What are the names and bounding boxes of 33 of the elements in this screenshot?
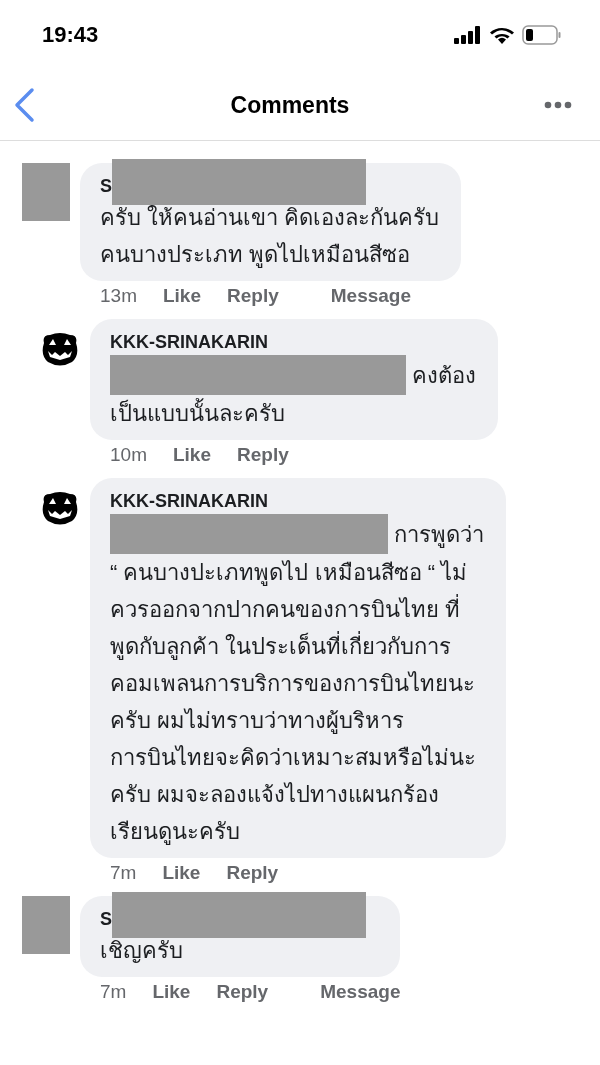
- page-title: Comments: [230, 91, 350, 119]
- like-link[interactable]: Like: [162, 862, 201, 884]
- reply-link[interactable]: Reply: [226, 862, 279, 884]
- message-link[interactable]: Message: [330, 285, 412, 307]
- comment-time: 13m: [100, 285, 137, 307]
- comment-time: 7m: [100, 981, 127, 1003]
- reply-link[interactable]: Reply: [237, 444, 289, 466]
- message-link[interactable]: Message: [320, 981, 401, 1003]
- redacted-avatar: [22, 163, 70, 221]
- battery-icon: [522, 25, 562, 45]
- more-icon[interactable]: [544, 101, 572, 109]
- comment-text: เชิญครับ: [100, 937, 184, 965]
- reply-link[interactable]: Reply: [216, 981, 269, 1003]
- comment-text: ครับ ให้คนอ่านเขา คิดเองละกันครับ คนบางประเภท พูดไปเหมือนสีซอ: [100, 204, 440, 270]
- commenter-name[interactable]: S: [100, 173, 112, 199]
- signal-icon: [454, 26, 482, 44]
- like-link[interactable]: Like: [152, 981, 191, 1003]
- comment-time: 10m: [110, 444, 147, 466]
- comment-text: คงต้อง: [412, 361, 476, 390]
- like-link[interactable]: Like: [162, 285, 201, 307]
- comment-text: “ คนบางปะเภทพูดไป เหมือนสีซอ “ ไม่ ควรออกจากปากคนของการบินไทย ที่ พูดกับลูกค้า ในประเด็นที่เกี่ยวกับการ คอมเพลนการบริการของการบินไทยนะ ครับ ผมไม่ทราบว่าทางผู้บริหาร การบินไทยจะคิดว่าเหมาะสมหรือไม่นะ ครับ ผมจะลองแจ้งไปทางแผนกร้อง เรียนดูนะครับ: [110, 559, 477, 847]
- comment-time: 7m: [110, 862, 137, 884]
- comment-text: เป็นแบบนั้นละครับ: [110, 395, 476, 432]
- commenter-name[interactable]: S: [100, 906, 112, 932]
- reply-link[interactable]: Reply: [227, 285, 279, 307]
- back-icon[interactable]: [12, 87, 36, 123]
- like-link[interactable]: Like: [172, 444, 211, 466]
- status-time: 19:43: [42, 22, 99, 48]
- wifi-icon: [490, 26, 514, 44]
- comment-text: การพูดว่า: [394, 520, 484, 550]
- redacted-avatar: [22, 896, 70, 954]
- commenter-name[interactable]: KKK-SRINAKARIN: [110, 329, 268, 355]
- commenter-name[interactable]: KKK-SRINAKARIN: [110, 488, 268, 514]
